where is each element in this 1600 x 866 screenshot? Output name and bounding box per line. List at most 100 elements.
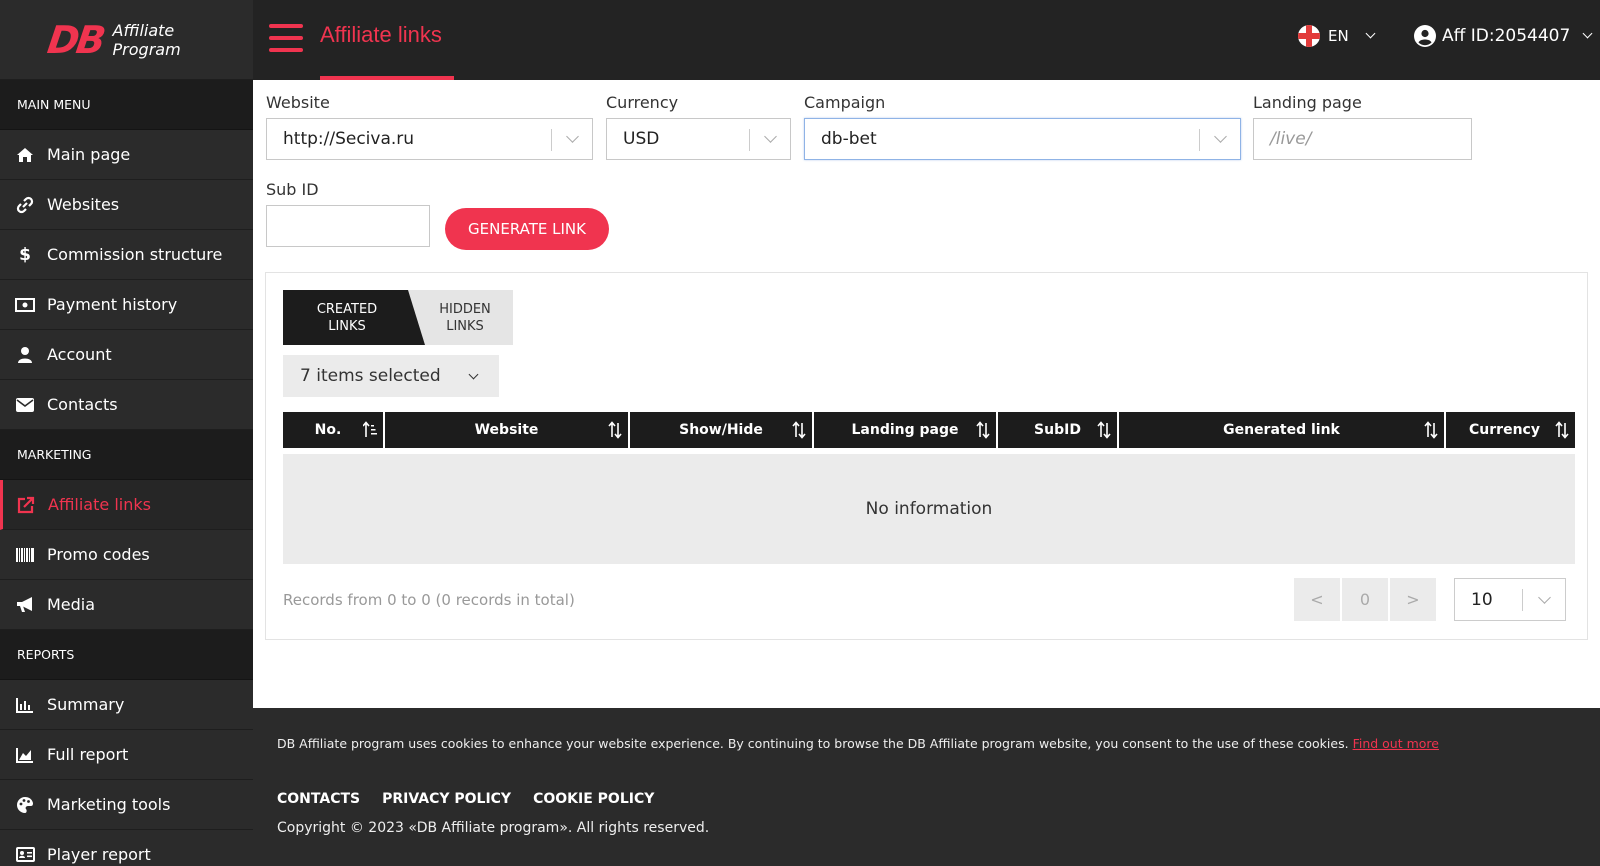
currency-label: Currency xyxy=(606,93,679,112)
sidebar-item-account[interactable]: Account xyxy=(0,330,253,380)
subid-label: Sub ID xyxy=(266,180,319,199)
per-page-select[interactable]: 10 xyxy=(1454,578,1566,621)
currency-value: USD xyxy=(623,129,660,149)
sidebar-item-label: Commission structure xyxy=(47,245,223,264)
sidebar-item-summary[interactable]: Summary xyxy=(0,680,253,730)
tab-label: HIDDEN xyxy=(439,302,491,317)
sidebar-item-player-report[interactable]: Player report xyxy=(0,830,253,866)
per-page-value: 10 xyxy=(1471,589,1493,610)
logo-mark: DB xyxy=(44,17,106,62)
language-selector[interactable]: EN xyxy=(1298,25,1376,47)
pagination-prev-button[interactable]: < xyxy=(1294,578,1340,621)
sidebar-item-payment-history[interactable]: Payment history xyxy=(0,280,253,330)
currency-select[interactable]: USD xyxy=(606,118,791,160)
flag-icon xyxy=(1298,25,1320,47)
sidebar-item-label: Account xyxy=(47,345,112,364)
sidebar-item-marketing-tools[interactable]: Marketing tools xyxy=(0,780,253,830)
column-header-show-hide[interactable]: Show/Hide xyxy=(630,412,812,448)
campaign-value: db-bet xyxy=(821,129,877,149)
tab-label: LINKS xyxy=(446,319,484,334)
pagination-page-current[interactable]: 0 xyxy=(1342,578,1388,621)
column-header-subid[interactable]: SubID xyxy=(998,412,1117,448)
column-header-currency[interactable]: Currency xyxy=(1446,412,1575,448)
sidebar-item-media[interactable]: Media xyxy=(0,580,253,630)
select-separator xyxy=(1522,589,1523,611)
user-menu[interactable]: Aff ID:2054407 xyxy=(1414,25,1593,47)
hamburger-menu-icon[interactable] xyxy=(269,24,303,52)
sidebar-item-websites[interactable]: Websites xyxy=(0,180,253,230)
sort-icon xyxy=(792,421,806,439)
copyright: Copyright © 2023 «DB Affiliate program».… xyxy=(277,820,710,836)
links-panel: CREATED LINKS HIDDEN LINKS 7 items selec… xyxy=(265,272,1588,640)
sidebar-item-affiliate-links[interactable]: Affiliate links xyxy=(0,480,253,530)
tab-label: CREATED xyxy=(316,302,378,317)
sort-asc-icon xyxy=(363,421,377,437)
campaign-label: Campaign xyxy=(804,93,886,112)
sidebar-item-commission-structure[interactable]: $ Commission structure xyxy=(0,230,253,280)
column-label: Website xyxy=(474,422,539,438)
website-select[interactable]: http://Seciva.ru xyxy=(266,118,593,160)
sort-icon xyxy=(608,421,622,439)
landing-page-input[interactable]: /live/ xyxy=(1253,118,1472,160)
website-label: Website xyxy=(266,93,330,112)
column-label: No. xyxy=(314,422,342,438)
sidebar-item-contacts[interactable]: Contacts xyxy=(0,380,253,430)
sidebar-item-label: Full report xyxy=(47,745,129,764)
footer: DB Affiliate program uses cookies to enh… xyxy=(253,708,1600,866)
sort-icon xyxy=(1555,421,1569,439)
logo[interactable]: DB Affiliate Program xyxy=(0,0,253,80)
column-header-landing-page[interactable]: Landing page xyxy=(814,412,996,448)
sort-icon xyxy=(1097,421,1111,439)
columns-multiselect[interactable]: 7 items selected xyxy=(283,355,499,397)
select-separator xyxy=(551,129,552,151)
column-header-generated-link[interactable]: Generated link xyxy=(1119,412,1444,448)
cookie-find-out-more-link[interactable]: Find out more xyxy=(1353,736,1439,751)
logo-text: Affiliate Program xyxy=(113,21,181,59)
external-link-icon xyxy=(16,495,36,515)
column-label: SubID xyxy=(1034,422,1081,438)
sidebar-item-label: Affiliate links xyxy=(48,495,151,514)
envelope-icon xyxy=(15,395,35,415)
section-main-menu: MAIN MENU xyxy=(0,80,253,130)
subid-input[interactable] xyxy=(266,205,430,247)
aff-id-label: Aff ID:2054407 xyxy=(1442,26,1571,46)
footer-link-privacy-policy[interactable]: PRIVACY POLICY xyxy=(382,791,511,807)
pagination-next-button[interactable]: > xyxy=(1390,578,1436,621)
column-header-website[interactable]: Website xyxy=(385,412,628,448)
sidebar-item-promo-codes[interactable]: Promo codes xyxy=(0,530,253,580)
chevron-down-icon xyxy=(1214,130,1227,143)
sidebar-item-full-report[interactable]: Full report xyxy=(0,730,253,780)
chevron-down-icon xyxy=(764,130,777,143)
sort-icon xyxy=(1424,421,1438,439)
columns-selected-label: 7 items selected xyxy=(300,366,441,386)
palette-icon xyxy=(15,795,35,815)
column-label: Currency xyxy=(1469,422,1540,438)
tab-label: LINKS xyxy=(328,319,366,334)
tab-hidden-links[interactable]: HIDDEN LINKS xyxy=(417,290,513,345)
records-summary: Records from 0 to 0 (0 records in total) xyxy=(283,591,575,609)
page-title: Affiliate links xyxy=(320,22,442,47)
campaign-select[interactable]: db-bet xyxy=(804,118,1241,160)
user-circle-icon xyxy=(1414,25,1436,47)
sidebar-item-label: Websites xyxy=(47,195,120,214)
tab-created-links[interactable]: CREATED LINKS xyxy=(283,290,425,345)
sort-icon xyxy=(976,421,990,439)
sidebar-item-label: Marketing tools xyxy=(47,795,171,814)
table-header: No. Website Show/Hide Landing page SubID… xyxy=(283,412,1575,448)
sidebar-item-label: Payment history xyxy=(47,295,178,314)
footer-links: CONTACTS PRIVACY POLICY COOKIE POLICY xyxy=(277,791,676,807)
logo-line2: Program xyxy=(112,39,181,59)
language-label: EN xyxy=(1328,27,1349,45)
user-icon xyxy=(15,345,35,365)
footer-link-contacts[interactable]: CONTACTS xyxy=(277,791,360,807)
column-header-no[interactable]: No. xyxy=(283,412,383,448)
barcode-icon xyxy=(15,545,35,565)
sidebar-item-main-page[interactable]: Main page xyxy=(0,130,253,180)
cookie-notice: DB Affiliate program uses cookies to enh… xyxy=(277,736,1439,751)
link-icon xyxy=(15,195,35,215)
chevron-down-icon xyxy=(1582,28,1593,39)
footer-link-cookie-policy[interactable]: COOKIE POLICY xyxy=(533,791,654,807)
website-value: http://Seciva.ru xyxy=(283,129,415,149)
generate-link-button[interactable]: GENERATE LINK xyxy=(445,208,609,250)
select-separator xyxy=(1199,129,1200,151)
